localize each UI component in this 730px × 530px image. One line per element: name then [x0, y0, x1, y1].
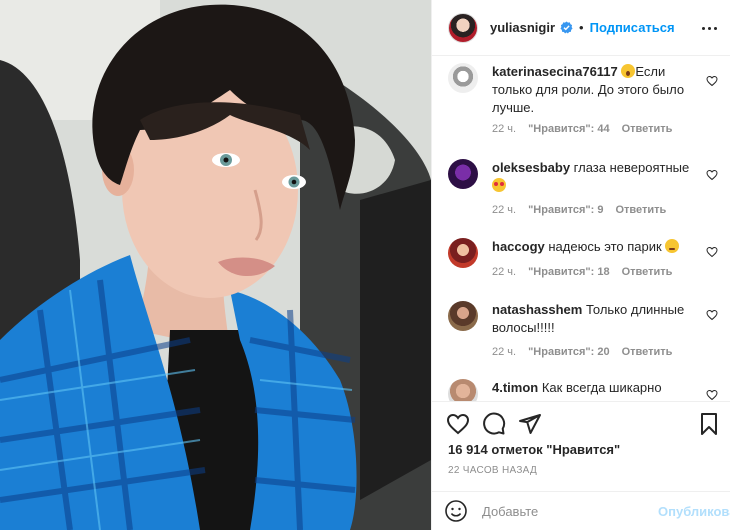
- comment-message: глаза невероятные: [573, 160, 690, 175]
- comment-time[interactable]: 22 ч.: [492, 346, 516, 358]
- reply-button[interactable]: Ответить: [622, 346, 673, 358]
- separator-dot: •: [579, 20, 584, 35]
- more-options-icon[interactable]: [699, 18, 719, 38]
- post-photo[interactable]: [0, 0, 431, 530]
- reply-button[interactable]: Ответить: [622, 123, 673, 135]
- astonished-emoji-icon: [621, 64, 636, 78]
- worried-emoji-icon: [665, 239, 680, 253]
- verified-badge-icon: [560, 21, 573, 34]
- comment-bubble-icon[interactable]: [482, 412, 506, 436]
- likes-count[interactable]: 16 914 отметок "Нравится": [448, 442, 620, 457]
- comment-meta: 22 ч. "Нравится": 18 Ответить: [492, 266, 672, 278]
- save-bookmark-icon[interactable]: [697, 412, 721, 436]
- share-paper-plane-icon[interactable]: [518, 412, 542, 436]
- comment-username[interactable]: katerinasecina76117: [492, 64, 618, 79]
- comment-text: natashasshem Только длинные волосы!!!!!: [492, 301, 702, 337]
- comment-time[interactable]: 22 ч.: [492, 204, 516, 216]
- comment-message: Как всегда шикарно: [541, 380, 662, 395]
- comment-text: 4.timon Как всегда шикарно: [492, 379, 702, 397]
- post-photo-illustration: [0, 0, 431, 530]
- comment-like-heart-icon[interactable]: [706, 389, 718, 401]
- commenter-avatar[interactable]: [448, 63, 478, 93]
- comment-likes[interactable]: "Нравится": 9: [528, 204, 603, 216]
- comment-likes[interactable]: "Нравится": 18: [528, 266, 609, 278]
- comment-like-heart-icon[interactable]: [706, 75, 718, 87]
- comment-time[interactable]: 22 ч.: [492, 266, 516, 278]
- comments-list[interactable]: katerinasecina76117 Если только для роли…: [432, 57, 730, 401]
- reply-button[interactable]: Ответить: [615, 204, 666, 216]
- commenter-avatar[interactable]: [448, 159, 478, 189]
- emoji-picker-icon[interactable]: [444, 499, 468, 523]
- comment-likes[interactable]: "Нравится": 44: [528, 123, 609, 135]
- comment-meta: 22 ч. "Нравится": 20 Ответить: [492, 346, 672, 358]
- comment-username[interactable]: 4.timon: [492, 380, 538, 395]
- post-side-panel: yuliasnigir • Подписаться katerinasecina…: [431, 0, 730, 530]
- comment-username[interactable]: haccogy: [492, 239, 545, 254]
- comment-composer: Опубликовать: [432, 491, 730, 530]
- heart-eyes-emoji-icon: [492, 178, 506, 192]
- comment-username[interactable]: oleksesbaby: [492, 160, 570, 175]
- comment-username[interactable]: natashasshem: [492, 302, 582, 317]
- commenter-avatar[interactable]: [448, 379, 478, 401]
- author-avatar[interactable]: [448, 12, 478, 43]
- comment-meta: 22 ч. "Нравится": 44 Ответить: [492, 123, 672, 135]
- comment-meta: 22 ч. "Нравится": 9 Ответить: [492, 204, 666, 216]
- comment-like-heart-icon[interactable]: [706, 309, 718, 321]
- comment-likes[interactable]: "Нравится": 20: [528, 346, 609, 358]
- commenter-avatar[interactable]: [448, 301, 478, 331]
- comment-like-heart-icon[interactable]: [706, 246, 718, 258]
- comment-text: haccogy надеюсь это парик: [492, 238, 702, 256]
- like-heart-icon[interactable]: [446, 412, 470, 436]
- comment-text: oleksesbaby глаза невероятные: [492, 159, 702, 195]
- post-header: yuliasnigir • Подписаться: [432, 0, 730, 56]
- comment-message: надеюсь это парик: [548, 239, 662, 254]
- reply-button[interactable]: Ответить: [622, 266, 673, 278]
- comment-like-heart-icon[interactable]: [706, 169, 718, 181]
- author-username[interactable]: yuliasnigir: [490, 20, 555, 35]
- post-timestamp[interactable]: 22 ЧАСОВ НАЗАД: [448, 465, 537, 476]
- comment-text: katerinasecina76117 Если только для роли…: [492, 63, 702, 117]
- publish-button[interactable]: Опубликовать: [658, 504, 730, 519]
- post-actions-bar: [432, 401, 730, 446]
- comment-input[interactable]: [482, 503, 658, 519]
- commenter-avatar[interactable]: [448, 238, 478, 268]
- comment-time[interactable]: 22 ч.: [492, 123, 516, 135]
- follow-button[interactable]: Подписаться: [590, 20, 675, 35]
